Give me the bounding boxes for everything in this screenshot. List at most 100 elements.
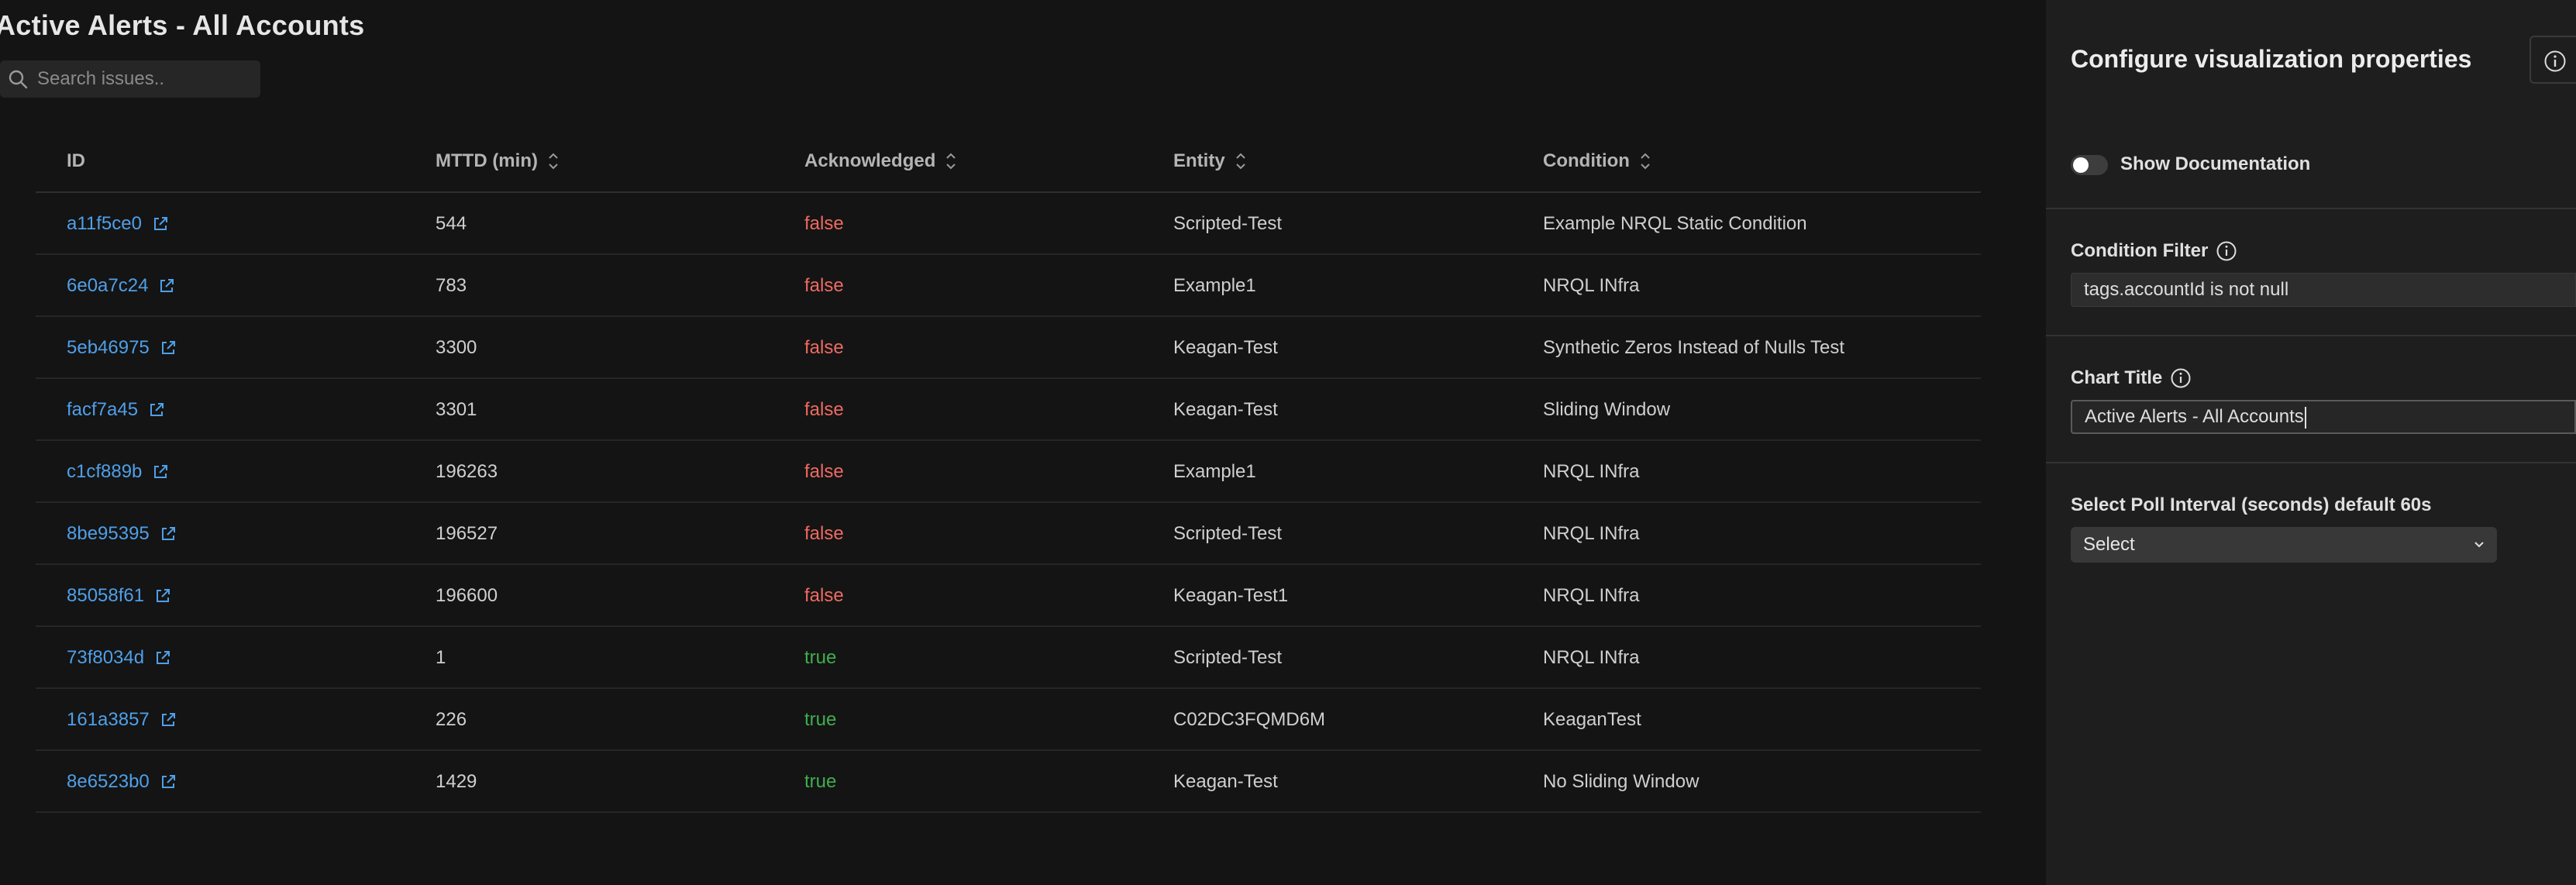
cell-entity: Keagan-Test: [1173, 337, 1278, 358]
cell-id: 85058f61: [67, 565, 172, 627]
cell-entity: Scripted-Test: [1173, 523, 1283, 544]
condition-filter-label: Condition Filter: [2071, 240, 2237, 262]
issue-id-link[interactable]: c1cf889b: [67, 441, 170, 503]
external-link-icon[interactable]: [153, 649, 172, 667]
issue-id-link[interactable]: 8be95395: [67, 503, 177, 565]
issue-id-link[interactable]: 8e6523b0: [67, 751, 177, 813]
external-link-icon[interactable]: [159, 525, 177, 543]
cell-acknowledged: false: [804, 275, 844, 296]
issue-id-link[interactable]: 6e0a7c24: [67, 255, 176, 317]
sort-icon[interactable]: [1235, 150, 1247, 173]
external-link-icon[interactable]: [151, 215, 170, 233]
table-row: a11f5ce0 544 false Scripted-Test Example NRQ…: [36, 193, 1981, 255]
cell-condition: NRQL INfra: [1543, 585, 1640, 606]
chart-title-label: Chart Title: [2071, 367, 2192, 389]
cell-condition: Synthetic Zeros Instead of Nulls Test: [1543, 337, 1845, 358]
cell-mttd: 1: [436, 647, 446, 668]
issue-id-text: 161a3857: [67, 709, 150, 730]
cell-condition: NRQL INfra: [1543, 523, 1640, 544]
issue-id-link[interactable]: 85058f61: [67, 565, 172, 627]
cell-condition: KeaganTest: [1543, 709, 1641, 730]
issue-id-text: 85058f61: [67, 585, 145, 606]
condition-filter-label-text: Condition Filter: [2071, 240, 2209, 261]
issue-id-link[interactable]: facf7a45: [67, 379, 166, 441]
info-icon[interactable]: [2170, 367, 2192, 389]
issue-id-link[interactable]: 73f8034d: [67, 627, 172, 689]
table-row: 85058f61 196600 false Keagan-Test1 NRQL INfr…: [36, 565, 1981, 627]
cell-entity: C02DC3FQMD6M: [1173, 709, 1326, 730]
issue-id-link[interactable]: a11f5ce0: [67, 193, 170, 255]
cell-id: c1cf889b: [67, 441, 170, 503]
divider: [2046, 462, 2576, 463]
external-link-icon[interactable]: [159, 339, 177, 357]
table-header: ID MTTD (min) Acknowledged Entity Condition: [36, 127, 1981, 193]
column-header-acknowledged[interactable]: Acknowledged: [804, 147, 957, 175]
info-icon[interactable]: [2216, 240, 2237, 262]
external-link-icon[interactable]: [157, 277, 176, 295]
sort-icon[interactable]: [547, 150, 560, 173]
cell-mttd: 196263: [436, 461, 498, 482]
divider: [2046, 335, 2576, 336]
poll-interval-label-text: Select Poll Interval (seconds) default 6…: [2071, 494, 2432, 515]
search-icon: [9, 70, 28, 89]
issue-id-text: c1cf889b: [67, 461, 143, 482]
sort-icon[interactable]: [1639, 150, 1651, 173]
column-header-entity[interactable]: Entity: [1173, 147, 1247, 175]
cell-condition: No Sliding Window: [1543, 771, 1700, 792]
cell-id: 5eb46975: [67, 317, 177, 379]
cell-acknowledged: false: [804, 461, 844, 482]
search-box[interactable]: [0, 60, 260, 98]
column-header-label: Acknowledged: [804, 150, 936, 171]
column-header-label: Entity: [1173, 150, 1225, 171]
divider: [2046, 208, 2576, 209]
search-input[interactable]: [37, 60, 254, 98]
cell-entity: Example1: [1173, 461, 1256, 482]
cell-mttd: 196600: [436, 585, 498, 606]
config-panel: Configure visualization properties Show …: [2046, 0, 2576, 885]
cell-id: 8be95395: [67, 503, 177, 565]
issue-id-text: 73f8034d: [67, 647, 145, 668]
cell-entity: Example1: [1173, 275, 1256, 296]
sort-icon[interactable]: [945, 150, 957, 173]
poll-interval-value: Select: [2083, 534, 2135, 555]
chart-title-value: Active Alerts - All Accounts: [2085, 406, 2304, 427]
info-button[interactable]: [2530, 36, 2576, 84]
external-link-icon[interactable]: [159, 773, 177, 791]
show-documentation-toggle[interactable]: [2071, 155, 2108, 175]
external-link-icon[interactable]: [147, 401, 166, 419]
alerts-view: Active Alerts - All Accounts ID MTTD (min…: [0, 0, 2046, 885]
cell-acknowledged: false: [804, 213, 844, 234]
external-link-icon[interactable]: [151, 463, 170, 481]
condition-filter-input[interactable]: tags.accountId is not null: [2071, 273, 2576, 307]
cell-condition: Example NRQL Static Condition: [1543, 213, 1807, 234]
toggle-knob: [2073, 157, 2089, 173]
column-header-mttd-min[interactable]: MTTD (min): [436, 147, 560, 175]
poll-interval-label: Select Poll Interval (seconds) default 6…: [2071, 494, 2432, 516]
cell-entity: Keagan-Test: [1173, 771, 1278, 792]
text-caret: [2304, 406, 2306, 429]
issue-id-link[interactable]: 5eb46975: [67, 317, 177, 379]
cell-id: 8e6523b0: [67, 751, 177, 813]
cell-entity: Scripted-Test: [1173, 647, 1283, 668]
show-documentation-label: Show Documentation: [2120, 153, 2311, 174]
external-link-icon[interactable]: [159, 711, 177, 729]
issue-id-text: 6e0a7c24: [67, 275, 149, 296]
cell-id: 73f8034d: [67, 627, 172, 689]
table-body: a11f5ce0 544 false Scripted-Test Example NRQ…: [36, 193, 1981, 813]
cell-acknowledged: true: [804, 647, 837, 668]
issue-id-text: 8be95395: [67, 523, 150, 544]
chart-title-input[interactable]: Active Alerts - All Accounts: [2071, 400, 2576, 434]
cell-entity: Keagan-Test1: [1173, 585, 1289, 606]
cell-acknowledged: false: [804, 523, 844, 544]
issue-id-text: a11f5ce0: [67, 213, 142, 234]
column-header-condition[interactable]: Condition: [1543, 147, 1651, 175]
external-link-icon[interactable]: [153, 587, 172, 605]
cell-entity: Scripted-Test: [1173, 213, 1283, 234]
poll-interval-select[interactable]: Select: [2071, 527, 2497, 563]
cell-mttd: 783: [436, 275, 467, 296]
chevron-down-icon: [2474, 542, 2484, 548]
cell-mttd: 1429: [436, 771, 477, 792]
column-header-id: ID: [67, 147, 85, 175]
issue-id-link[interactable]: 161a3857: [67, 689, 177, 751]
page-title: Active Alerts - All Accounts: [0, 9, 365, 41]
